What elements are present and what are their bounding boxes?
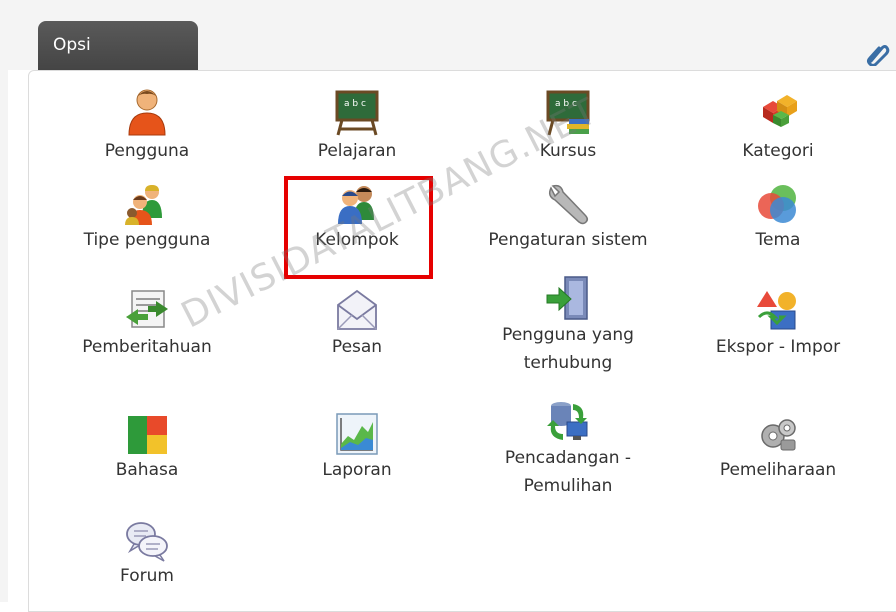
option-reports[interactable]: Laporan: [252, 412, 462, 484]
option-system-settings[interactable]: Pengaturan sistem: [463, 182, 673, 254]
connected-users-door-icon: [546, 276, 588, 320]
wrench-icon: [548, 184, 589, 225]
option-label: Pemeliharaan: [719, 460, 837, 480]
notification-icon: [126, 290, 168, 328]
option-backup-restore[interactable]: Pencadangan - Pemulihan: [463, 398, 673, 500]
option-label: Pengaturan sistem: [488, 230, 648, 250]
forum-bubbles-icon: [126, 522, 168, 562]
category-cubes-icon: [763, 95, 797, 127]
blackboard-icon: a b c: [335, 90, 379, 136]
option-users[interactable]: Pengguna: [42, 87, 252, 165]
option-forum[interactable]: Forum: [42, 518, 252, 590]
option-label: Tema: [755, 230, 801, 250]
option-lessons[interactable]: a b c Pelajaran: [252, 87, 462, 165]
option-messages[interactable]: Pesan: [252, 287, 462, 361]
option-categories[interactable]: Kategori: [673, 87, 883, 165]
maintenance-icon: [761, 419, 796, 451]
option-label: Tipe pengguna: [83, 230, 211, 250]
envelope-icon: [337, 289, 377, 330]
report-chart-icon: [336, 413, 378, 455]
option-user-types[interactable]: Tipe pengguna: [42, 182, 252, 254]
option-maintenance[interactable]: Pemeliharaan: [673, 412, 883, 484]
option-label: Pelajaran: [317, 141, 397, 161]
option-label: Pencadangan - Pemulihan: [504, 448, 632, 496]
option-label: Ekspor - Impor: [715, 337, 841, 357]
option-label: Pengguna: [104, 141, 190, 161]
option-label: Pesan: [331, 337, 383, 357]
option-label: Pengguna yang terhubung: [502, 325, 634, 373]
option-language[interactable]: Bahasa: [42, 412, 252, 484]
page-left-margin: [0, 0, 8, 602]
panel-tab-title: Opsi: [38, 21, 198, 71]
option-themes[interactable]: Tema: [673, 182, 883, 254]
paperclip-icon[interactable]: [865, 42, 891, 66]
option-label: Pemberitahuan: [82, 337, 212, 357]
svg-text:a b c: a b c: [344, 99, 366, 109]
user-types-icon: [125, 185, 162, 225]
user-icon: [128, 89, 166, 136]
option-export-import[interactable]: Ekspor - Impor: [673, 287, 883, 361]
backup-restore-icon: [547, 402, 588, 440]
theme-circles-icon: [758, 185, 796, 223]
export-import-icon: [757, 291, 796, 330]
option-label: Kategori: [742, 141, 814, 161]
language-flag-icon: [128, 416, 167, 454]
option-label: Laporan: [322, 460, 392, 480]
option-connected-users[interactable]: Pengguna yang terhubung: [463, 275, 673, 377]
option-label: Forum: [120, 566, 174, 586]
option-label: Bahasa: [115, 460, 179, 480]
